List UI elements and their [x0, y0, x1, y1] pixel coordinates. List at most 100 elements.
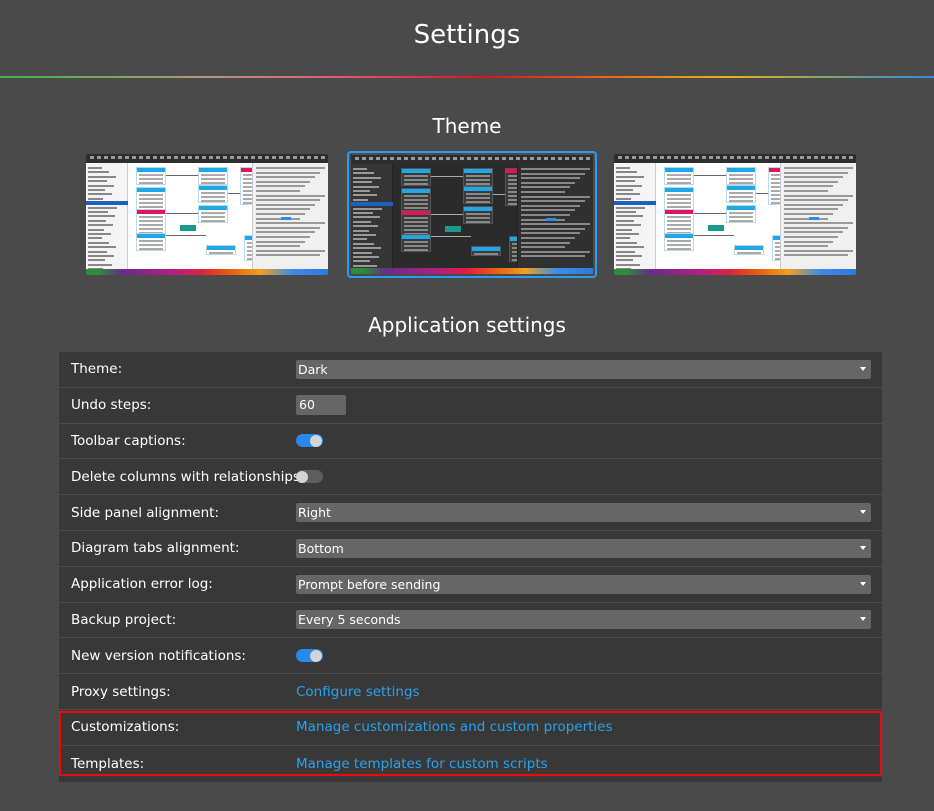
theme-preview-light-alt [614, 154, 856, 275]
preview-table-line [209, 252, 233, 254]
preview-panel-line [521, 168, 590, 170]
preview-sidebar-selected [351, 202, 393, 207]
preview-panel-line [256, 222, 325, 225]
preview-panel-line [521, 250, 590, 253]
preview-toolbar-icon [125, 156, 129, 159]
setting-label: Backup project: [71, 611, 177, 628]
preview-toolbar-icon [279, 156, 283, 159]
preview-table-header [137, 210, 165, 214]
preview-toolbar-icon [509, 157, 513, 160]
preview-table-line [466, 213, 490, 215]
preview-toolbar-icon [786, 156, 790, 159]
preview-table-line [729, 174, 753, 176]
backup-project-select[interactable]: Every 5 seconds [296, 610, 871, 630]
preview-table-line [201, 192, 225, 194]
preview-table-line [139, 194, 163, 196]
theme-option-light-alt[interactable] [612, 152, 858, 277]
preview-sidebar-row [353, 198, 368, 201]
preview-panel-line [521, 200, 585, 203]
preview-panel-line [521, 209, 575, 212]
preview-table-line [729, 182, 753, 184]
preview-panel-line [784, 231, 843, 234]
preview-panel-line [784, 203, 843, 206]
preview-toolbar-icon [779, 156, 783, 159]
preview-table-line [201, 216, 225, 218]
preview-table-header [137, 234, 165, 238]
setting-row-toolbar-captions: Toolbar captions: [59, 424, 882, 460]
preview-table-line [667, 220, 691, 222]
diagram-tabs-alignment-select[interactable]: Bottom [296, 538, 871, 558]
preview-toolbar-icon [551, 157, 555, 160]
preview-panel-line [256, 217, 300, 220]
theme-option-light[interactable] [84, 152, 330, 277]
preview-sidebar-row [353, 251, 372, 254]
preview-toolbar-icon [139, 156, 143, 159]
preview-connector [431, 236, 471, 237]
preview-table-header [665, 188, 693, 192]
page-header: Settings [0, 0, 934, 78]
error-log-select[interactable]: Prompt before sending [296, 574, 871, 594]
preview-table-line [404, 199, 428, 201]
preview-panel-button [546, 218, 556, 221]
preview-toolbar-icon [293, 156, 297, 159]
preview-panel-line [256, 231, 315, 234]
preview-table-header [727, 186, 755, 190]
preview-toolbar-icon [418, 157, 422, 160]
theme-select[interactable]: Dark [296, 359, 871, 379]
preview-toolbar-icon [97, 156, 101, 159]
preview-panel-line [256, 194, 325, 197]
preview-table-header [199, 186, 227, 190]
preview-panel-line [521, 232, 580, 235]
preview-table-line [139, 174, 163, 176]
preview-toolbar-icon [111, 156, 115, 159]
preview-toolbar-icon [821, 156, 825, 159]
preview-toolbar-icon [223, 156, 227, 159]
preview-toolbar-icon [488, 157, 492, 160]
preview-panel-line [521, 186, 570, 189]
preview-panel-line [521, 204, 580, 207]
undo-steps-input[interactable] [296, 395, 346, 416]
preview-table [136, 167, 166, 185]
header-divider [0, 76, 934, 78]
preview-panel-line [256, 213, 305, 215]
theme-option-dark[interactable] [347, 151, 597, 278]
preview-toolbar-icon [758, 156, 762, 159]
manage-customizations-link[interactable]: Manage customizations and custom propert… [296, 719, 613, 735]
theme-preview-dark [351, 155, 593, 274]
preview-sidebar [86, 163, 128, 271]
preview-table [726, 205, 756, 223]
setting-label: Customizations: [71, 719, 180, 736]
preview-table-header [199, 168, 227, 172]
preview-toolbar-icon [674, 156, 678, 159]
preview-toolbar-icon [286, 156, 290, 159]
preview-sidebar-row [88, 233, 111, 235]
preview-panel-line [784, 176, 843, 179]
delete-columns-toggle[interactable] [296, 470, 323, 484]
preview-panel-line [784, 190, 828, 192]
preview-panel-line [256, 240, 305, 243]
preview-toolbar-icon [300, 156, 304, 159]
preview-toolbar-icon [716, 156, 720, 159]
preview-table-line [667, 240, 691, 242]
preview-toolbar-icon [800, 156, 804, 159]
preview-table-header [727, 168, 755, 172]
preview-sidebar-row [88, 224, 113, 227]
preview-sidebar-row [353, 242, 374, 245]
preview-toolbar-icon [174, 156, 178, 159]
preview-sidebar-row [88, 211, 108, 213]
toolbar-captions-toggle[interactable] [296, 434, 323, 448]
preview-table-line [139, 228, 163, 230]
preview-table-header [464, 169, 492, 173]
manage-templates-link[interactable]: Manage templates for custom scripts [296, 756, 548, 772]
preview-table-line [139, 248, 163, 250]
preview-sidebar-row [616, 193, 640, 196]
configure-proxy-link[interactable]: Configure settings [296, 684, 420, 700]
preview-panel-line [521, 223, 590, 226]
preview-sidebar-row [88, 263, 112, 266]
side-panel-alignment-select[interactable]: Right [296, 503, 871, 523]
new-version-notifications-toggle[interactable] [296, 649, 323, 663]
preview-table-header [472, 247, 500, 251]
preview-table-line [667, 174, 691, 176]
preview-sidebar-row [616, 184, 642, 187]
preview-table [198, 185, 228, 203]
